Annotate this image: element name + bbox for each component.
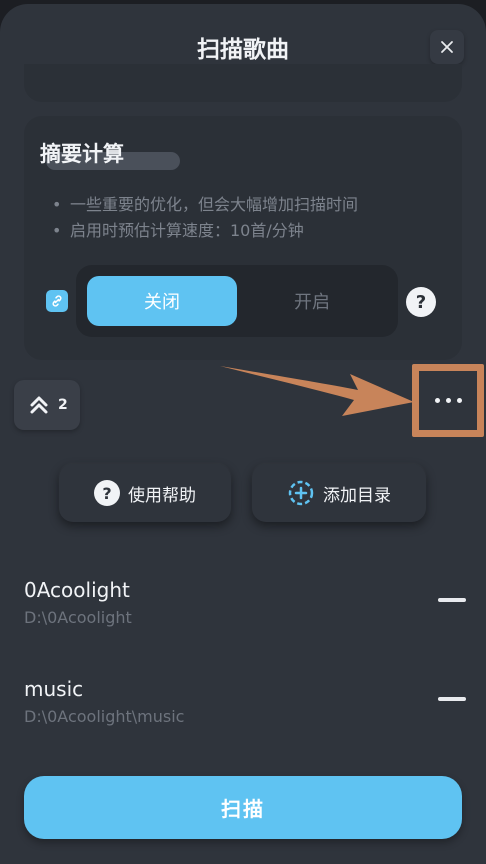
double-chevron-up-icon [30,396,48,414]
folder-item[interactable]: 0Acoolight D:\0Acoolight [24,578,466,627]
more-icon [434,398,462,403]
remove-folder-button[interactable] [438,697,466,701]
add-folder-button[interactable]: 添加目录 [252,464,426,522]
more-button[interactable] [420,372,476,429]
previous-card [24,64,462,102]
help-icon[interactable]: ? [406,287,436,317]
collapse-count: 2 [58,397,68,413]
folder-item[interactable]: music D:\0Acoolight\music [24,677,466,726]
toggle-off-option[interactable]: 关闭 [87,276,237,326]
add-folder-button-label: 添加目录 [323,485,391,506]
bullet-item: • 一些重要的优化，但会大幅增加扫描时间 [52,195,359,214]
folder-path: D:\0Acoolight [24,608,132,627]
annotation-arrow [220,366,414,416]
summary-card-title: 摘要计算 [40,142,124,166]
add-folder-icon [288,480,314,506]
close-button[interactable] [430,30,464,64]
folder-path: D:\0Acoolight\music [24,707,185,726]
collapse-button[interactable]: 2 [14,380,80,430]
bullet-item: • 启用时预估计算速度：10首/分钟 [52,221,304,240]
summary-bullets: • 一些重要的优化，但会大幅增加扫描时间 • 启用时预估计算速度：10首/分钟 [52,192,358,244]
help-button[interactable]: ? 使用帮助 [59,464,231,522]
remove-folder-button[interactable] [438,598,466,602]
folder-name: music [24,677,84,701]
summary-toggle: 关闭 开启 [76,265,398,337]
folder-name: 0Acoolight [24,578,130,602]
link-icon [46,290,68,312]
scan-button[interactable]: 扫描 [24,776,462,839]
close-icon [441,41,453,53]
help-button-label: 使用帮助 [128,485,196,506]
toggle-on-option[interactable]: 开启 [237,276,387,326]
help-icon: ? [94,480,120,506]
